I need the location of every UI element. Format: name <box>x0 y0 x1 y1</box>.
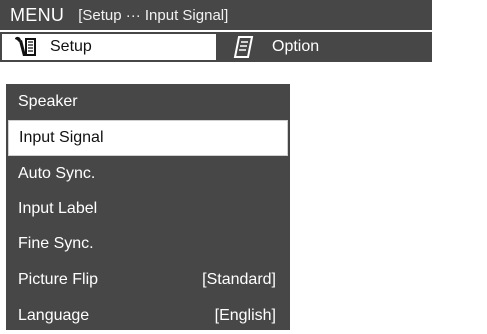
tab-setup[interactable]: Setup <box>0 32 218 62</box>
menu-item-label: Fine Sync. <box>18 235 94 252</box>
tab-option-label: Option <box>272 38 320 55</box>
breadcrumb: [Setup ··· Input Signal] <box>78 6 229 24</box>
tab-option[interactable]: Option <box>218 32 432 62</box>
menu-label: MENU <box>10 4 65 25</box>
menu-item-label: Speaker <box>18 93 78 110</box>
menu-item-label: Language <box>18 307 90 324</box>
menu-item-label: Auto Sync. <box>18 165 96 182</box>
menu-item-fine-sync[interactable]: Fine Sync. <box>6 226 290 262</box>
menu-item-auto-sync[interactable]: Auto Sync. <box>6 156 290 192</box>
memo-icon <box>230 35 258 59</box>
menu-item-label: Picture Flip <box>18 271 99 288</box>
menu-item-picture-flip[interactable]: Picture Flip [Standard] <box>6 262 290 298</box>
tab-row: Setup Option <box>0 32 432 62</box>
menu-item-input-signal[interactable]: Input Signal <box>8 120 288 156</box>
menu-item-value: [English] <box>214 307 276 324</box>
setup-menu-panel: Speaker Input Signal Auto Sync. Input La… <box>6 84 290 330</box>
menu-item-language[interactable]: Language [English] <box>6 298 290 334</box>
wrench-icon <box>12 35 40 59</box>
title-bar: MENU [Setup ··· Input Signal] <box>0 0 432 30</box>
tab-setup-label: Setup <box>50 38 92 55</box>
menu-item-label: Input Label <box>18 200 98 217</box>
menu-item-speaker[interactable]: Speaker <box>6 84 290 120</box>
menu-item-label: Input Signal <box>19 129 104 146</box>
menu-item-value: [Standard] <box>202 271 276 288</box>
menu-item-input-label[interactable]: Input Label <box>6 191 290 227</box>
